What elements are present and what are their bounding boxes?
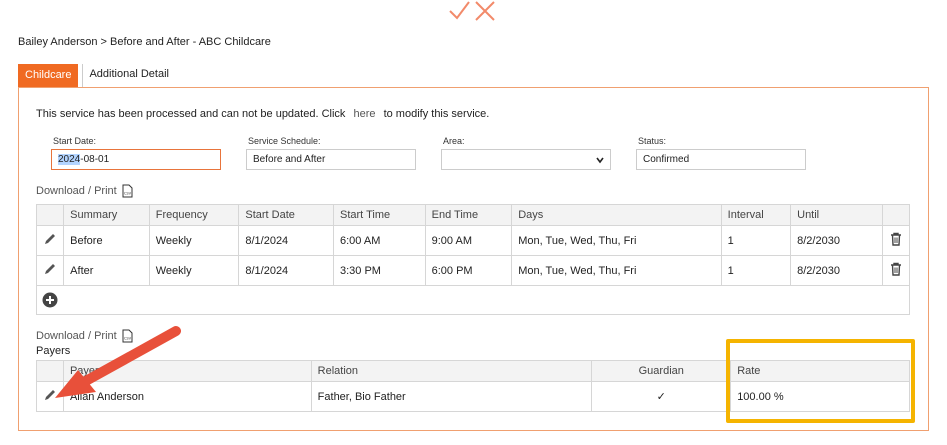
- start-time-cell: 6:00 AM: [333, 225, 426, 256]
- download-print-label: Download / Print: [36, 185, 117, 197]
- start-date-cell: 8/1/2024: [238, 255, 334, 286]
- payers-label: Payers: [36, 345, 71, 357]
- payers-header-guardian: Guardian: [591, 360, 732, 382]
- frequency-cell: Weekly: [148, 225, 240, 256]
- area-label: Area:: [443, 136, 465, 146]
- payers-table: Payer Relation Guardian Rate Allan Ander…: [36, 360, 910, 412]
- schedule-table: Summary Frequency Start Date Start Time …: [35, 204, 911, 286]
- modify-here-link[interactable]: here: [348, 108, 380, 120]
- status-input[interactable]: Confirmed: [636, 149, 806, 170]
- schedule-header-end-time: End Time: [424, 204, 513, 226]
- start-date-input[interactable]: 2024-08-01: [51, 149, 221, 170]
- service-schedule-field: Service Schedule: Before and After: [246, 136, 416, 170]
- tab-additional-detail[interactable]: Additional Detail: [82, 64, 175, 87]
- service-schedule-label: Service Schedule:: [248, 136, 321, 146]
- payers-header-actions: [36, 360, 64, 382]
- summary-cell: Before: [63, 225, 150, 256]
- schedule-header-days: Days: [511, 204, 722, 226]
- notice-prefix: This service has been processed and can …: [36, 108, 346, 120]
- processed-notice: This service has been processed and can …: [36, 108, 489, 120]
- relation-cell: Father, Bio Father: [310, 381, 593, 412]
- edit-cell: [35, 225, 65, 256]
- pencil-icon[interactable]: [43, 232, 57, 246]
- tab-childcare[interactable]: Childcare: [18, 64, 79, 87]
- download-print-label: Download / Print: [36, 330, 117, 342]
- add-schedule-row: [36, 285, 910, 315]
- payers-header-rate: Rate: [730, 360, 910, 382]
- schedule-header-actions: [35, 204, 65, 226]
- schedule-header-row: Summary Frequency Start Date Start Time …: [35, 204, 911, 226]
- area-field: Area:: [441, 136, 611, 170]
- payers-header-relation: Relation: [310, 360, 593, 382]
- plus-circle-icon[interactable]: [42, 292, 58, 308]
- schedule-download-link[interactable]: Download / Print CSV: [36, 184, 133, 198]
- csv-icon: CSV: [122, 329, 133, 343]
- days-cell: Mon, Tue, Wed, Thu, Fri: [511, 255, 722, 286]
- schedule-header-summary: Summary: [63, 204, 150, 226]
- trash-icon[interactable]: [890, 232, 902, 246]
- tab-bar: Childcare Additional Detail: [18, 64, 175, 87]
- schedule-header-start-date: Start Date: [238, 204, 334, 226]
- summary-cell: After: [63, 255, 150, 286]
- area-select[interactable]: [441, 149, 611, 170]
- start-date-rest-text: -08-01: [80, 154, 110, 165]
- guardian-cell: ✓: [591, 381, 732, 412]
- start-date-selected-text: 2024: [58, 154, 81, 165]
- payers-header-payer: Payer: [62, 360, 312, 382]
- frequency-cell: Weekly: [148, 255, 240, 286]
- chevron-down-icon: [596, 157, 604, 164]
- delete-cell: [881, 225, 911, 256]
- delete-cell: [881, 255, 911, 286]
- breadcrumb: Bailey Anderson > Before and After - ABC…: [18, 36, 271, 48]
- end-time-cell: 9:00 AM: [424, 225, 513, 256]
- status-field: Status: Confirmed: [636, 136, 806, 170]
- edit-cell: [36, 381, 64, 412]
- interval-cell: 1: [720, 225, 792, 256]
- checkmark-icon: ✓: [656, 391, 666, 403]
- days-cell: Mon, Tue, Wed, Thu, Fri: [511, 225, 722, 256]
- start-date-label: Start Date:: [53, 136, 97, 146]
- trash-icon[interactable]: [890, 262, 902, 276]
- end-time-cell: 6:00 PM: [424, 255, 513, 286]
- schedule-header-start-time: Start Time: [333, 204, 426, 226]
- status-label: Status:: [638, 136, 667, 146]
- csv-icon: CSV: [122, 184, 133, 198]
- schedule-header-delete: [881, 204, 911, 226]
- notice-suffix: to modify this service.: [383, 108, 490, 120]
- schedule-header-until: Until: [790, 204, 883, 226]
- edit-cell: [35, 255, 65, 286]
- table-row: Before Weekly 8/1/2024 6:00 AM 9:00 AM M…: [35, 225, 911, 256]
- schedule-header-frequency: Frequency: [148, 204, 240, 226]
- until-cell: 8/2/2030: [790, 255, 883, 286]
- service-schedule-input[interactable]: Before and After: [246, 149, 416, 170]
- until-cell: 8/2/2030: [790, 225, 883, 256]
- payers-download-link[interactable]: Download / Print CSV: [36, 329, 133, 343]
- start-date-cell: 8/1/2024: [238, 225, 334, 256]
- svg-text:CSV: CSV: [124, 192, 132, 196]
- table-row: Allan Anderson Father, Bio Father ✓ 100.…: [36, 381, 910, 412]
- start-date-field: Start Date: 2024-08-01: [51, 136, 221, 170]
- payers-header-row: Payer Relation Guardian Rate: [36, 360, 910, 382]
- table-row: After Weekly 8/1/2024 3:30 PM 6:00 PM Mo…: [35, 255, 911, 286]
- schedule-header-interval: Interval: [720, 204, 792, 226]
- interval-cell: 1: [720, 255, 792, 286]
- start-time-cell: 3:30 PM: [333, 255, 426, 286]
- payer-name-cell: Allan Anderson: [62, 381, 312, 412]
- svg-text:CSV: CSV: [124, 337, 132, 341]
- service-panel: This service has been processed and can …: [18, 87, 929, 431]
- pencil-icon[interactable]: [43, 262, 57, 276]
- logo-check-x-icon: [449, 1, 495, 21]
- rate-cell: 100.00 %: [730, 381, 910, 412]
- pencil-icon[interactable]: [43, 388, 57, 402]
